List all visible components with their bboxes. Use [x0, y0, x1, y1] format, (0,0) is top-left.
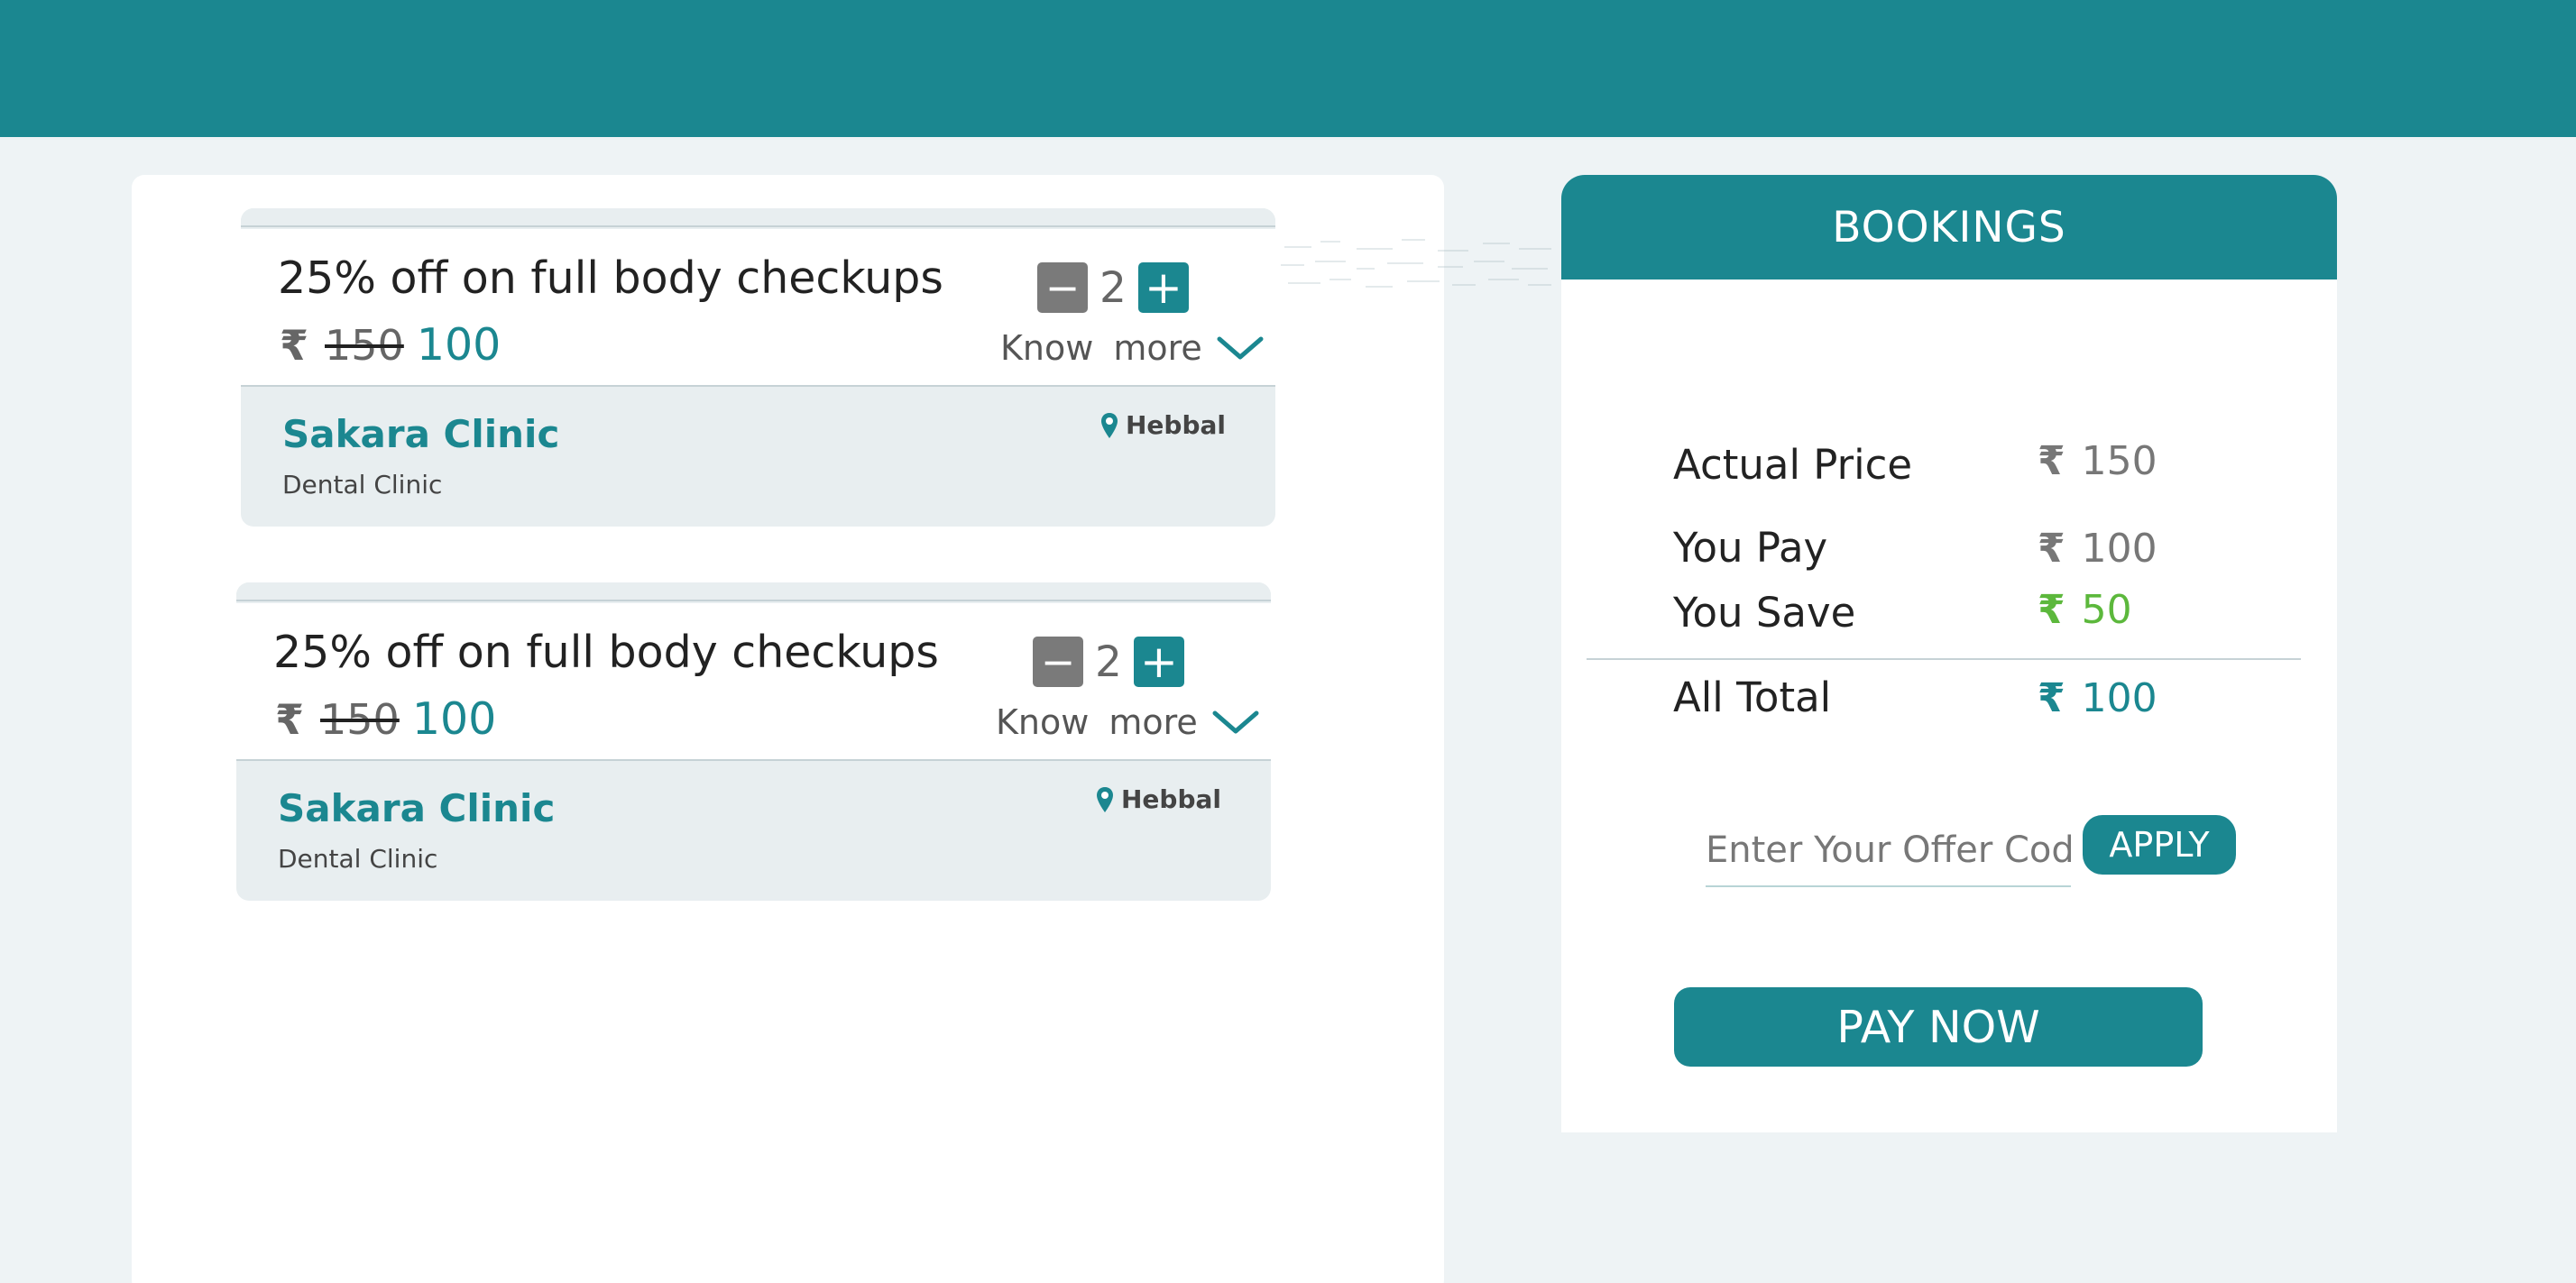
- know-more-toggle[interactable]: Know more: [1000, 328, 1264, 368]
- know-more-label-more: more: [1109, 702, 1198, 742]
- actual-price-label: Actual Price: [1673, 441, 1913, 489]
- offer-code-input[interactable]: [1706, 815, 2071, 887]
- clinic-location: Hebbal: [1096, 784, 1221, 814]
- you-pay-value: ₹ 100: [2038, 526, 2157, 572]
- know-more-toggle[interactable]: Know more: [996, 702, 1259, 742]
- deal-title: 25% off on full body checkups: [278, 252, 943, 304]
- location-pin-icon: [1096, 786, 1113, 812]
- discounted-price: 100: [416, 319, 501, 371]
- deal-card-body: 25% off on full body checkups ₹ 150 100 …: [241, 229, 1275, 387]
- clinic-location: Hebbal: [1100, 410, 1226, 440]
- rupee-icon: ₹: [2038, 675, 2065, 721]
- rupee-icon: ₹: [275, 695, 305, 744]
- know-more-label-more: more: [1113, 328, 1202, 368]
- quantity-stepper: − 2 +: [1037, 261, 1189, 314]
- chevron-down-icon: [1212, 710, 1259, 734]
- clinic-type: Dental Clinic: [278, 844, 438, 874]
- you-save-label: You Save: [1673, 589, 1856, 637]
- rupee-icon: ₹: [2038, 526, 2065, 572]
- know-more-label-know: Know: [1000, 328, 1094, 368]
- quantity-stepper: − 2 +: [1033, 636, 1184, 688]
- discounted-price: 100: [411, 693, 497, 745]
- increase-quantity-button[interactable]: +: [1134, 637, 1184, 687]
- pay-now-button[interactable]: PAY NOW: [1674, 987, 2203, 1067]
- you-pay-label: You Pay: [1673, 524, 1828, 572]
- decrease-quantity-button[interactable]: −: [1037, 262, 1088, 313]
- summary-divider: [1587, 658, 2301, 660]
- price-row: ₹ 150 100: [280, 319, 501, 373]
- top-header-bar: [0, 0, 2576, 137]
- original-price: 150: [325, 321, 404, 370]
- deal-card-body: 25% off on full body checkups ₹ 150 100 …: [236, 603, 1271, 761]
- location-pin-icon: [1100, 412, 1118, 438]
- apply-offer-button[interactable]: APPLY: [2083, 815, 2236, 875]
- all-total-label: All Total: [1673, 674, 1832, 721]
- price-row: ₹ 150 100: [275, 693, 496, 747]
- quantity-value: 2: [1095, 637, 1122, 687]
- deal-title: 25% off on full body checkups: [273, 627, 939, 678]
- chevron-down-icon: [1217, 336, 1264, 360]
- actual-price-value: ₹ 150: [2038, 438, 2157, 484]
- deal-card: 25% off on full body checkups ₹ 150 100 …: [241, 208, 1275, 527]
- you-save-value: ₹ 50: [2038, 587, 2132, 633]
- clinic-name[interactable]: Sakara Clinic: [278, 786, 555, 830]
- decrease-quantity-button[interactable]: −: [1033, 637, 1083, 687]
- location-label: Hebbal: [1125, 410, 1226, 440]
- location-label: Hebbal: [1120, 784, 1221, 814]
- deal-card: 25% off on full body checkups ₹ 150 100 …: [236, 582, 1271, 901]
- rupee-icon: ₹: [280, 321, 309, 370]
- bookings-title: BOOKINGS: [1561, 175, 2337, 280]
- know-more-label-know: Know: [996, 702, 1090, 742]
- original-price: 150: [320, 695, 400, 744]
- all-total-value: ₹ 100: [2038, 675, 2157, 721]
- increase-quantity-button[interactable]: +: [1138, 262, 1189, 313]
- rupee-icon: ₹: [2038, 438, 2065, 484]
- clinic-type: Dental Clinic: [282, 470, 443, 499]
- clinic-name[interactable]: Sakara Clinic: [282, 412, 559, 456]
- quantity-value: 2: [1099, 262, 1127, 313]
- bookings-summary-panel: BOOKINGS Actual Price ₹ 150 You Pay ₹ 10…: [1561, 175, 2337, 1132]
- deal-card-top-strip: [236, 582, 1271, 601]
- background-texture: [1281, 239, 1551, 288]
- rupee-icon: ₹: [2038, 587, 2065, 633]
- deal-card-top-strip: [241, 208, 1275, 227]
